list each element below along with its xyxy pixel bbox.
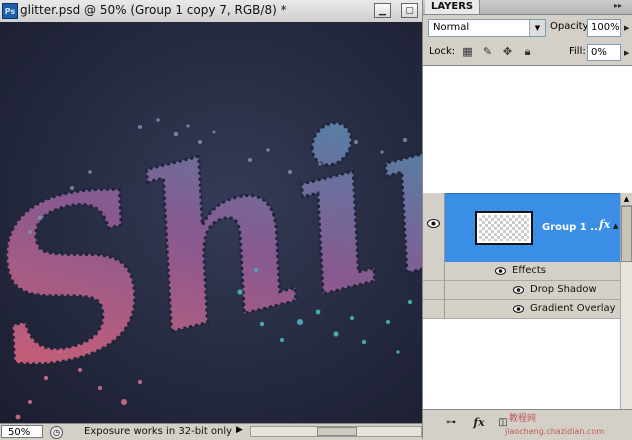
link-icon[interactable]: ⊶: [443, 416, 459, 430]
document-title-bar[interactable]: Ps glitter.psd @ 50% (Group 1 copy 7, RG…: [0, 0, 422, 23]
minimize-button[interactable]: ▁: [374, 3, 391, 18]
panel-footer: ⊶ fx ◫ 教程网 jiaocheng.chazidian.com: [423, 409, 632, 440]
layers-panel: LAYERS ▸▸ Normal ▼ Opacity: 100% ▶ Lock:…: [422, 0, 632, 440]
lock-all-icon[interactable]: 🔒︎: [521, 45, 534, 58]
minimize-icon: ▁: [379, 5, 386, 16]
opacity-arrow-icon[interactable]: ▶: [624, 24, 629, 32]
eye-icon[interactable]: [513, 286, 524, 294]
tab-layers[interactable]: LAYERS: [425, 0, 481, 14]
maximize-icon: ▢: [405, 5, 414, 16]
layer-thumbnail: [475, 211, 533, 245]
layer-row-selected[interactable]: Group 1 ... fx ▲: [423, 193, 620, 262]
horizontal-scrollbar[interactable]: [250, 426, 422, 437]
opacity-field[interactable]: 100%: [587, 19, 621, 37]
artwork-text: Shin: [0, 42, 422, 420]
lock-image-brush-icon[interactable]: ✎: [481, 45, 494, 58]
fill-arrow-icon[interactable]: ▶: [624, 49, 629, 57]
fill-label: Fill:: [569, 46, 586, 57]
watermark-url: jiaocheng.chazidian.com: [505, 427, 605, 436]
transparency-checker: [479, 215, 529, 241]
blend-mode-value: Normal: [433, 22, 470, 33]
status-info-icon[interactable]: ◷: [50, 426, 63, 439]
artwork-svg: Shin: [0, 40, 422, 421]
eye-icon[interactable]: [513, 305, 524, 313]
lock-position-move-icon[interactable]: ✥: [501, 45, 514, 58]
fx-icon[interactable]: fx: [471, 416, 487, 430]
canvas[interactable]: Shin: [0, 22, 422, 423]
effect-row[interactable]: Gradient Overlay: [423, 300, 620, 319]
opacity-label: Opacity:: [550, 21, 592, 32]
effects-label: Effects: [512, 265, 546, 276]
effects-eye-cell: [423, 262, 445, 281]
effect-drop-shadow: Drop Shadow: [530, 284, 597, 295]
layer-selected-highlight[interactable]: Group 1 ... fx ▲: [445, 193, 620, 262]
layers-list-empty-area: [423, 66, 620, 192]
status-menu-arrow-icon[interactable]: ▶: [236, 425, 243, 435]
layers-list[interactable]: Group 1 ... fx ▲ Effects Drop Shadow Gra…: [423, 65, 632, 410]
document-title: glitter.psd @ 50% (Group 1 copy 7, RGB/8…: [20, 3, 287, 17]
layers-scrollbar[interactable]: ▲: [620, 193, 632, 410]
expand-effects-arrow-icon[interactable]: ▲: [613, 222, 618, 230]
status-bar: 50% ◷ Exposure works in 32-bit only ▶: [0, 423, 422, 440]
layer-name[interactable]: Group 1 ...: [542, 222, 602, 233]
eye-icon[interactable]: [495, 267, 506, 275]
fill-field[interactable]: 0%: [587, 44, 621, 61]
layer-fx-icon[interactable]: fx: [599, 218, 610, 231]
effect-row[interactable]: Drop Shadow: [423, 281, 620, 300]
chevron-down-icon: ▼: [529, 20, 545, 36]
scrollbar-thumb[interactable]: [621, 206, 632, 262]
status-info-text: Exposure works in 32-bit only: [84, 426, 233, 437]
eye-icon: [427, 219, 440, 228]
maximize-button[interactable]: ▢: [401, 3, 418, 18]
scroll-up-arrow-icon[interactable]: ▲: [621, 193, 632, 206]
zoom-field[interactable]: 50%: [1, 425, 43, 438]
blend-mode-select[interactable]: Normal ▼: [428, 19, 546, 37]
photoshop-icon: Ps: [2, 3, 18, 19]
lock-label: Lock:: [429, 46, 456, 57]
effects-eye-cell: [423, 300, 445, 319]
document-window: Ps glitter.psd @ 50% (Group 1 copy 7, RG…: [0, 0, 422, 440]
panel-header: LAYERS ▸▸: [423, 0, 632, 15]
scrollbar-thumb[interactable]: [317, 427, 357, 436]
panel-menu-icon[interactable]: ▸▸: [614, 1, 622, 10]
effects-row[interactable]: Effects: [423, 262, 620, 281]
layer-visibility-toggle[interactable]: [423, 193, 445, 262]
watermark: 教程网: [509, 414, 537, 424]
effect-gradient-overlay: Gradient Overlay: [530, 303, 616, 314]
lock-transparent-icon[interactable]: ▦: [461, 45, 474, 58]
effects-eye-cell: [423, 281, 445, 300]
